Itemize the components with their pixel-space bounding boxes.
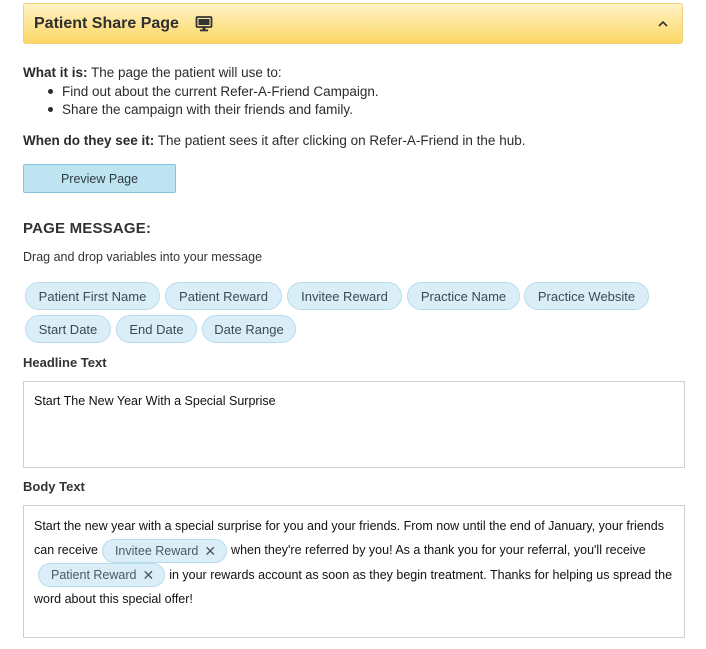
close-icon[interactable]: ✕ — [204, 539, 216, 563]
variable-chip-end-date[interactable]: End Date — [116, 315, 197, 343]
panel-title: Patient Share Page — [34, 14, 179, 32]
variable-chip-practice-website[interactable]: Practice Website — [524, 282, 649, 310]
close-icon[interactable]: ✕ — [142, 563, 154, 587]
when-label: When do they see it: — [23, 133, 155, 148]
body-text-editor[interactable]: Start the new year with a special surpri… — [23, 505, 685, 638]
inline-variable-patient-reward[interactable]: Patient Reward ✕ — [38, 563, 166, 588]
purpose-list: Find out about the current Refer-A-Frien… — [48, 83, 379, 119]
what-text: The page the patient will use to: — [91, 65, 282, 80]
variable-chip-date-range[interactable]: Date Range — [202, 315, 296, 343]
body-label: Body Text — [23, 479, 85, 494]
what-it-is: What it is: The page the patient will us… — [23, 65, 282, 80]
body-segment: when they're referred by you! As a thank… — [231, 543, 646, 557]
page-message-title: PAGE MESSAGE: — [23, 220, 152, 237]
drag-hint: Drag and drop variables into your messag… — [23, 250, 263, 264]
list-item: Share the campaign with their friends an… — [48, 101, 379, 119]
variable-chip-practice-name[interactable]: Practice Name — [407, 282, 520, 310]
chevron-up-icon[interactable] — [656, 17, 670, 31]
headline-label: Headline Text — [23, 355, 107, 370]
when-they-see-it: When do they see it: The patient sees it… — [23, 133, 525, 148]
variable-chip-start-date[interactable]: Start Date — [25, 315, 111, 343]
preview-page-button[interactable]: Preview Page — [23, 164, 176, 193]
inline-chip-label: Patient Reward — [51, 568, 137, 583]
monitor-icon — [195, 16, 213, 32]
panel-header[interactable]: Patient Share Page — [23, 3, 683, 44]
inline-variable-invitee-reward[interactable]: Invitee Reward ✕ — [101, 538, 228, 563]
variable-chip-patient-reward[interactable]: Patient Reward — [165, 282, 282, 310]
headline-input[interactable]: Start The New Year With a Special Surpri… — [23, 381, 685, 468]
variable-chip-patient-first-name[interactable]: Patient First Name — [25, 282, 160, 310]
what-label: What it is: — [23, 65, 88, 80]
list-item: Find out about the current Refer-A-Frien… — [48, 83, 379, 101]
when-text: The patient sees it after clicking on Re… — [157, 133, 526, 148]
inline-chip-label: Invitee Reward — [114, 543, 199, 558]
variable-chip-invitee-reward[interactable]: Invitee Reward — [287, 282, 402, 310]
